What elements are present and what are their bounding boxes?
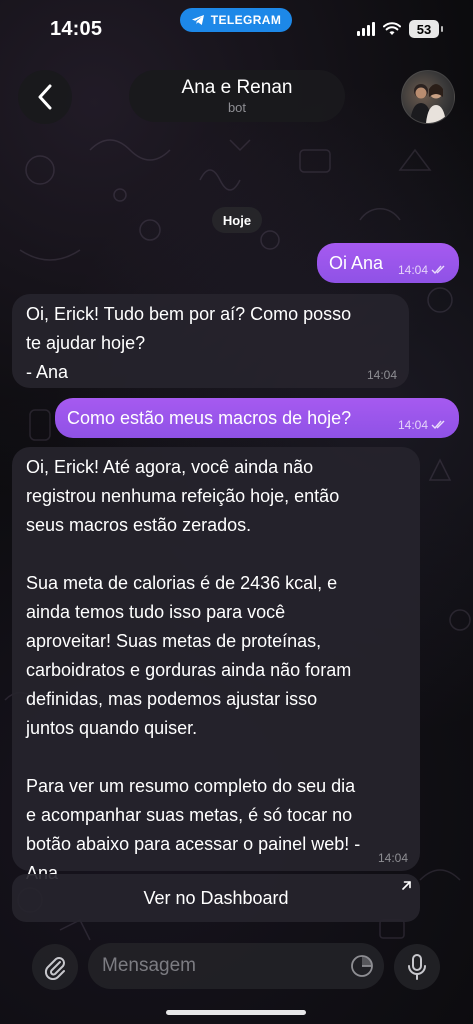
chat-title-pill[interactable]: Ana e Renan bot: [129, 70, 345, 122]
battery-level: 53: [416, 21, 432, 37]
battery-icon: 53: [409, 20, 443, 38]
outgoing-message[interactable]: Como estão meus macros de hoje? 14:04: [55, 398, 459, 438]
avatar-photo: [410, 84, 446, 123]
message-time: 14:04: [397, 418, 428, 432]
chevron-left-icon: [38, 84, 52, 110]
paperclip-icon: [44, 957, 65, 980]
message-meta: 14:04: [367, 368, 397, 382]
telegram-plane-icon: [191, 15, 204, 25]
message-meta: 14:04: [398, 263, 447, 277]
double-check-icon: [431, 420, 445, 430]
microphone-button[interactable]: [394, 944, 440, 990]
cellular-signal-icon: [357, 22, 375, 36]
incoming-message[interactable]: Oi, Erick! Tudo bem por aí? Como posso t…: [12, 294, 409, 388]
chat-subtitle: bot: [227, 100, 247, 115]
message-text: Oi Ana: [329, 253, 384, 273]
telegram-pill-label: TELEGRAM: [210, 13, 282, 27]
date-chip: Hoje: [212, 207, 262, 233]
avatar[interactable]: [401, 70, 455, 124]
status-time: 14:05: [50, 18, 103, 40]
message-input-placeholder: Mensagem: [102, 955, 196, 976]
message-text: Oi, Erick! Tudo bem por aí? Como posso t…: [26, 304, 352, 382]
message-input[interactable]: Mensagem: [88, 943, 384, 989]
dashboard-button[interactable]: Ver no Dashboard: [12, 874, 420, 922]
dashboard-button-label: Ver no Dashboard: [143, 887, 289, 908]
message-text: Como estão meus macros de hoje?: [67, 408, 352, 428]
message-text: Oi, Erick! Até agora, você ainda não reg…: [26, 457, 361, 883]
message-time: 14:04: [397, 263, 428, 277]
chat-screen: 14:05 TELEGRAM 53 Ana e Renan bot Hoje O…: [0, 0, 473, 1024]
back-button[interactable]: [18, 70, 72, 124]
message-time: 14:04: [366, 368, 397, 382]
message-meta: 14:04: [398, 418, 447, 432]
incoming-message[interactable]: Oi, Erick! Até agora, você ainda não reg…: [12, 447, 420, 883]
message-time: 14:04: [377, 851, 408, 865]
attach-button[interactable]: [32, 944, 78, 990]
microphone-icon: [408, 954, 426, 980]
chat-title: Ana e Renan: [181, 77, 293, 98]
outgoing-message[interactable]: Oi Ana 14:04: [317, 243, 459, 283]
status-icons: 53: [357, 20, 443, 38]
external-link-icon: [402, 881, 411, 890]
home-indicator: [166, 1010, 306, 1015]
sticker-icon[interactable]: [350, 954, 374, 978]
status-bar: 14:05 TELEGRAM 53: [0, 0, 473, 60]
telegram-pill[interactable]: TELEGRAM: [180, 8, 292, 32]
double-check-icon: [431, 265, 445, 275]
message-meta: 14:04: [378, 851, 408, 865]
wifi-icon: [383, 22, 401, 35]
